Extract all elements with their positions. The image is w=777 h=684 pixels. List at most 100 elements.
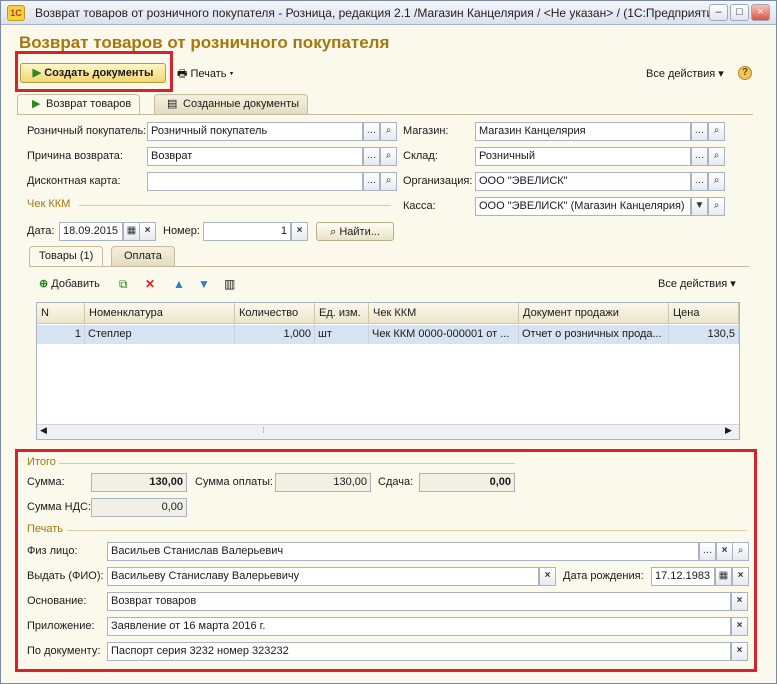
- reason-select-button[interactable]: …: [363, 147, 380, 166]
- store-field[interactable]: Магазин Канцелярия: [475, 122, 691, 141]
- person-clear-icon[interactable]: ×: [716, 542, 733, 561]
- date-clear-icon[interactable]: ×: [139, 222, 156, 241]
- card-label: Дисконтная карта:: [27, 175, 121, 187]
- column-header-item[interactable]: Номенклатура: [85, 303, 235, 324]
- number-label: Номер:: [163, 225, 200, 237]
- goods-table[interactable]: N Номенклатура Количество Ед. изм. Чек К…: [36, 302, 740, 440]
- person-search-icon[interactable]: ⌕: [732, 542, 749, 561]
- doc-clear-icon[interactable]: ×: [731, 642, 748, 661]
- maximize-button[interactable]: □: [730, 4, 749, 21]
- cash-dropdown-icon[interactable]: ▼: [691, 197, 708, 216]
- reason-search-icon[interactable]: ⌕: [380, 147, 397, 166]
- totals-section-line: [59, 463, 515, 464]
- column-header-sale-doc[interactable]: Документ продажи: [519, 303, 669, 324]
- paid-label: Сумма оплаты:: [195, 476, 273, 488]
- warehouse-field[interactable]: Розничный: [475, 147, 691, 166]
- scroll-right-icon[interactable]: ▶: [725, 425, 732, 436]
- find-button-label: Найти...: [339, 226, 380, 238]
- birth-clear-icon[interactable]: ×: [732, 567, 749, 586]
- person-field[interactable]: Васильев Станислав Валерьевич: [107, 542, 699, 561]
- cell-unit: шт: [315, 325, 369, 344]
- org-select-button[interactable]: …: [691, 172, 708, 191]
- column-header-price[interactable]: Цена: [669, 303, 739, 324]
- column-header-quantity[interactable]: Количество: [235, 303, 315, 324]
- all-actions-menu[interactable]: Все действия ▾: [646, 66, 724, 82]
- arrow-up-icon[interactable]: ▲: [173, 276, 185, 292]
- org-field[interactable]: ООО "ЭВЕЛИСК": [475, 172, 691, 191]
- barcode-icon[interactable]: ▥: [224, 276, 235, 292]
- store-label: Магазин:: [403, 125, 449, 137]
- goods-all-actions-label: Все действия: [658, 278, 728, 290]
- birth-field[interactable]: 17.12.1983: [651, 567, 715, 586]
- document-icon: ▤: [167, 98, 178, 110]
- number-field[interactable]: 1: [203, 222, 291, 241]
- close-window-button[interactable]: ×: [751, 4, 770, 21]
- card-search-icon[interactable]: ⌕: [380, 172, 397, 191]
- sum-label: Сумма:: [27, 476, 65, 488]
- calendar-icon[interactable]: ▦: [123, 222, 140, 241]
- tab-goods[interactable]: Товары (1): [29, 246, 104, 267]
- goods-all-actions-menu[interactable]: Все действия ▾: [658, 276, 736, 292]
- org-label: Организация:: [403, 175, 473, 187]
- card-field[interactable]: [147, 172, 363, 191]
- reason-field[interactable]: Возврат: [147, 147, 363, 166]
- card-select-button[interactable]: …: [363, 172, 380, 191]
- birth-label: Дата рождения:: [563, 570, 644, 582]
- person-select-button[interactable]: …: [699, 542, 716, 561]
- title-bar: 1С Возврат товаров от розничного покупат…: [1, 1, 776, 25]
- help-icon[interactable]: ?: [738, 66, 752, 80]
- store-search-icon[interactable]: ⌕: [708, 122, 725, 141]
- issue-label: Выдать (ФИО):: [27, 570, 104, 582]
- change-field: 0,00: [419, 473, 515, 492]
- tab-payment[interactable]: Оплата: [111, 246, 175, 266]
- cash-field[interactable]: ООО "ЭВЕЛИСК" (Магазин Канцелярия): [475, 197, 691, 216]
- scroll-thumb-icon[interactable]: ⁝: [262, 425, 265, 436]
- play-icon: ▶: [32, 98, 41, 110]
- print-section-title: Печать: [27, 523, 64, 535]
- attach-field[interactable]: Заявление от 16 марта 2016 г.: [107, 617, 731, 636]
- basis-field[interactable]: Возврат товаров: [107, 592, 731, 611]
- print-menu[interactable]: 🖶 Печать ▾: [177, 66, 234, 82]
- number-clear-icon[interactable]: ×: [291, 222, 308, 241]
- buyer-select-button[interactable]: …: [363, 122, 380, 141]
- cell-n: 1: [37, 325, 85, 344]
- buyer-search-icon[interactable]: ⌕: [380, 122, 397, 141]
- find-button[interactable]: ⌕ Найти...: [316, 222, 394, 241]
- column-header-n[interactable]: N: [37, 303, 85, 324]
- scroll-left-icon[interactable]: ◀: [40, 425, 47, 436]
- tab-return-goods[interactable]: ▶ Возврат товаров: [17, 94, 141, 115]
- minimize-button[interactable]: –: [709, 4, 728, 21]
- warehouse-search-icon[interactable]: ⌕: [708, 147, 725, 166]
- vat-field: 0,00: [91, 498, 187, 517]
- basis-clear-icon[interactable]: ×: [731, 592, 748, 611]
- buyer-label: Розничный покупатель:: [27, 125, 147, 137]
- cash-label: Касса:: [403, 200, 436, 212]
- attach-clear-icon[interactable]: ×: [731, 617, 748, 636]
- birth-calendar-icon[interactable]: ▦: [715, 567, 732, 586]
- issue-clear-icon[interactable]: ×: [539, 567, 556, 586]
- org-search-icon[interactable]: ⌕: [708, 172, 725, 191]
- buyer-field[interactable]: Розничный покупатель: [147, 122, 363, 141]
- warehouse-label: Склад:: [403, 150, 438, 162]
- app-logo-icon: 1С: [7, 5, 25, 21]
- doc-field[interactable]: Паспорт серия 3232 номер 323232: [107, 642, 731, 661]
- cash-search-icon[interactable]: ⌕: [708, 197, 725, 216]
- delete-icon[interactable]: ✕: [145, 276, 155, 292]
- table-horizontal-scrollbar[interactable]: ◀ ⁝ ▶: [37, 424, 739, 439]
- column-header-receipt[interactable]: Чек ККМ: [369, 303, 519, 324]
- form-title: Возврат товаров от розничного покупателя: [19, 33, 390, 52]
- create-documents-button[interactable]: ▶ Создать документы: [20, 63, 166, 83]
- copy-icon[interactable]: ⧉: [119, 276, 128, 292]
- tab-created-documents-label: Созданные документы: [183, 98, 300, 110]
- tab-created-documents[interactable]: ▤ Созданные документы: [154, 94, 309, 114]
- add-button[interactable]: ⊕ Добавить: [39, 276, 100, 292]
- store-select-button[interactable]: …: [691, 122, 708, 141]
- inner-tab-divider: [29, 266, 749, 267]
- tab-divider: [17, 114, 753, 115]
- issue-field[interactable]: Васильеву Станиславу Валерьевичу: [107, 567, 539, 586]
- column-header-unit[interactable]: Ед. изм.: [315, 303, 369, 324]
- date-field[interactable]: 18.09.2015: [59, 222, 123, 241]
- window-title: Возврат товаров от розничного покупателя…: [35, 6, 724, 20]
- arrow-down-icon[interactable]: ▼: [198, 276, 210, 292]
- warehouse-select-button[interactable]: …: [691, 147, 708, 166]
